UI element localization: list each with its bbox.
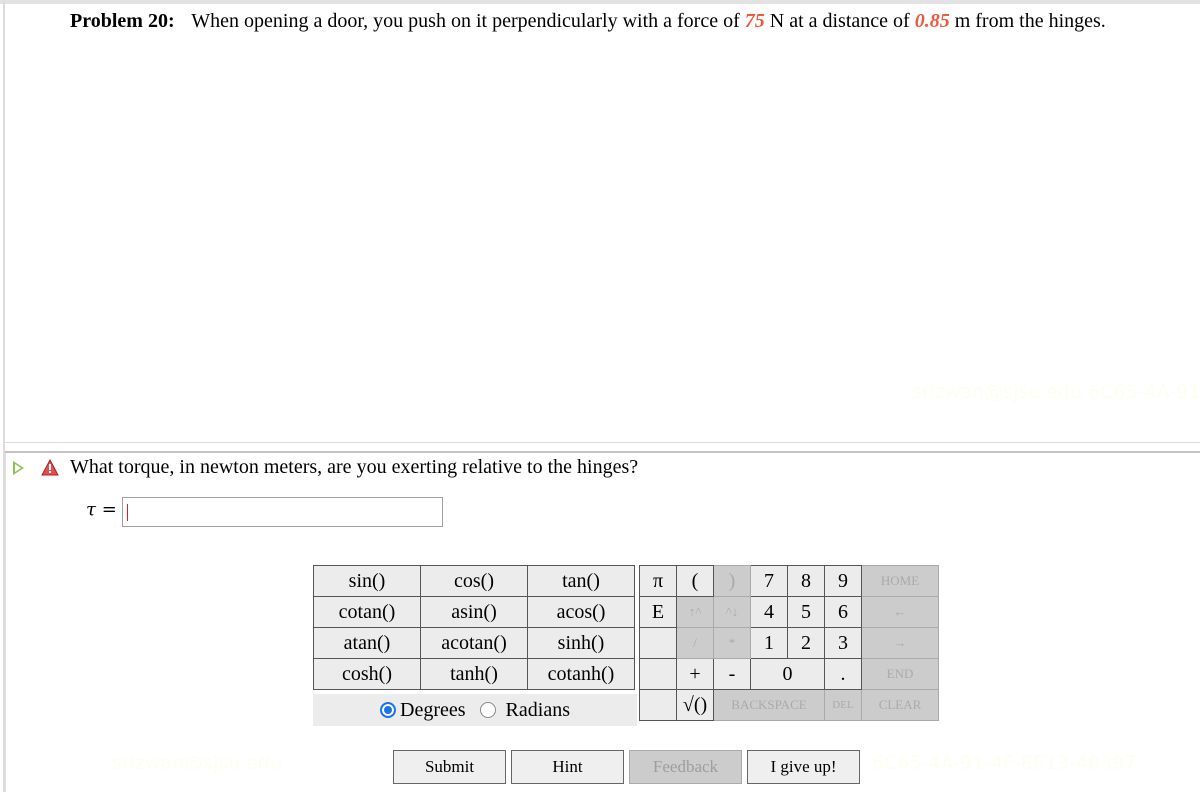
- key-multiply[interactable]: *: [713, 627, 751, 659]
- function-keypad: sin() cos() tan() cotan() asin() acos() …: [313, 565, 635, 690]
- question-text: What torque, in newton meters, are you e…: [70, 456, 639, 478]
- give-up-button[interactable]: I give up!: [747, 750, 860, 784]
- key-0[interactable]: 0: [750, 658, 825, 690]
- key-cosh[interactable]: cosh(): [313, 658, 421, 690]
- number-keypad: π ( ) 7 8 9 HOME E ↑^ ^↓ 4 5 6 ← / * 1 2…: [639, 565, 939, 721]
- key-3[interactable]: 3: [824, 627, 862, 659]
- radians-label[interactable]: Radians: [506, 699, 570, 722]
- key-acos[interactable]: acos(): [527, 596, 635, 628]
- key-blank-2: [639, 658, 677, 690]
- key-right-arrow[interactable]: →: [861, 627, 939, 659]
- divider: [5, 442, 1200, 443]
- key-superscript[interactable]: ↑^: [676, 596, 714, 628]
- watermark-code: 6C65-4A-91-4F-8E13-40397: [872, 752, 1137, 774]
- warning-icon: [41, 459, 59, 476]
- force-value: 75: [744, 10, 765, 32]
- key-decimal[interactable]: .: [824, 658, 862, 690]
- key-cotan[interactable]: cotan(): [313, 596, 421, 628]
- problem-text-1: When opening a door, you push on it perp…: [191, 10, 740, 32]
- key-asin[interactable]: asin(): [420, 596, 528, 628]
- key-left-arrow[interactable]: ←: [861, 596, 939, 628]
- key-acotan[interactable]: acotan(): [420, 627, 528, 659]
- answer-label: τ =: [86, 499, 117, 520]
- key-e[interactable]: E: [639, 596, 677, 628]
- key-end[interactable]: END: [861, 658, 939, 690]
- key-open-paren[interactable]: (: [676, 565, 714, 597]
- text-caret: [127, 504, 128, 521]
- key-sin[interactable]: sin(): [313, 565, 421, 597]
- key-atan[interactable]: atan(): [313, 627, 421, 659]
- distance-value: 0.85: [914, 10, 950, 32]
- part-border: [5, 453, 6, 792]
- problem-statement: Problem 20: When opening a door, you pus…: [70, 10, 1106, 33]
- key-sinh[interactable]: sinh(): [527, 627, 635, 659]
- key-subscript[interactable]: ^↓: [713, 596, 751, 628]
- watermark: srizwan@sjsu.edu 6C65-4A-91-4F-8E13-4039…: [912, 381, 1200, 403]
- key-4[interactable]: 4: [750, 596, 788, 628]
- degrees-radio[interactable]: [380, 702, 397, 718]
- key-close-paren[interactable]: ): [713, 565, 751, 597]
- key-blank-3: [639, 689, 677, 721]
- expand-play-icon[interactable]: [13, 461, 24, 475]
- key-6[interactable]: 6: [824, 596, 862, 628]
- degrees-label[interactable]: Degrees: [400, 699, 466, 722]
- feedback-button[interactable]: Feedback: [629, 750, 742, 784]
- key-1[interactable]: 1: [750, 627, 788, 659]
- watermark-email: srizwan@sjsu.edu: [112, 752, 283, 774]
- key-cotanh[interactable]: cotanh(): [527, 658, 635, 690]
- radians-radio[interactable]: [479, 702, 496, 718]
- key-minus[interactable]: -: [713, 658, 751, 690]
- key-cos[interactable]: cos(): [420, 565, 528, 597]
- key-tanh[interactable]: tanh(): [420, 658, 528, 690]
- key-sqrt[interactable]: √(): [676, 689, 714, 721]
- key-tan[interactable]: tan(): [527, 565, 635, 597]
- angle-mode-selector: Degrees Radians: [313, 694, 637, 726]
- problem-text-2: N at a distance of: [769, 10, 910, 32]
- key-plus[interactable]: +: [676, 658, 714, 690]
- part-divider: [5, 451, 1200, 453]
- top-border: [0, 0, 1200, 4]
- key-blank-1: [639, 627, 677, 659]
- key-2[interactable]: 2: [787, 627, 825, 659]
- problem-text-3: m from the hinges.: [954, 10, 1106, 32]
- key-5[interactable]: 5: [787, 596, 825, 628]
- hint-button[interactable]: Hint: [511, 750, 624, 784]
- key-9[interactable]: 9: [824, 565, 862, 597]
- key-clear[interactable]: CLEAR: [861, 689, 939, 721]
- key-8[interactable]: 8: [787, 565, 825, 597]
- answer-input[interactable]: [122, 497, 443, 527]
- submit-button[interactable]: Submit: [393, 750, 506, 784]
- key-home[interactable]: HOME: [861, 565, 939, 597]
- key-7[interactable]: 7: [750, 565, 788, 597]
- key-backspace[interactable]: BACKSPACE: [713, 689, 825, 721]
- key-divide[interactable]: /: [676, 627, 714, 659]
- key-pi[interactable]: π: [639, 565, 677, 597]
- problem-label: Problem 20:: [70, 10, 175, 32]
- key-del[interactable]: DEL: [824, 689, 862, 721]
